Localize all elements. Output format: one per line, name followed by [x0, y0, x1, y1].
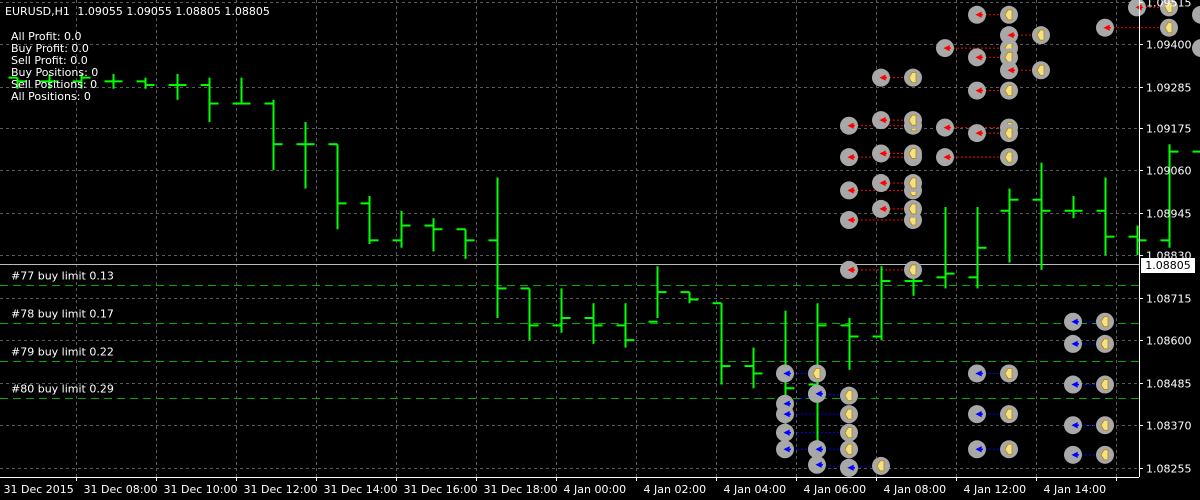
x-tick-label: 4 Jan 04:00: [724, 483, 787, 496]
pending-order-lines: #77 buy limit 0.13 #78 buy limit 0.17 #79 …: [0, 264, 1139, 399]
ohlc-bar: [264, 99, 283, 171]
trade-open-disc: [1128, 0, 1146, 17]
x-tick-label: 4 Jan 08:00: [884, 483, 947, 496]
ohlc-bar: [1160, 144, 1179, 248]
y-tick-label: 1.08370: [1146, 420, 1192, 433]
ohlc-bar: [648, 266, 667, 323]
chart-header: EURUSD,H1 1.09055 1.09055 1.08805 1.0880…: [5, 5, 270, 18]
ohlc-bar: [712, 302, 731, 385]
ohlc-bar: [552, 288, 571, 333]
ohlc-bar: [488, 177, 507, 318]
price-chart[interactable]: #77 buy limit 0.13 #78 buy limit 0.17 #79 …: [0, 0, 1200, 500]
x-tick-label: 31 Dec 14:00: [324, 483, 398, 496]
ohlc-bar: [840, 318, 859, 370]
grid: [0, 0, 1139, 477]
ohlc-bar: [1192, 150, 1200, 153]
ohlc-bar: [360, 195, 379, 245]
ohlc-bar: [680, 291, 699, 304]
x-tick-label: 4 Jan 06:00: [804, 483, 867, 496]
buy-limit-label: #80 buy limit 0.29: [11, 383, 114, 396]
y-tick-label: 1.08600: [1146, 335, 1192, 348]
stat-all-positions: All Positions: 0: [11, 90, 91, 103]
ohlc-readout: 1.09055 1.09055 1.08805 1.08805: [77, 5, 270, 18]
y-tick-label: 1.08485: [1146, 378, 1192, 391]
ohlc-bar: [872, 266, 891, 341]
ohlc-bar: [520, 287, 539, 341]
ohlc-bar: [1064, 195, 1083, 219]
x-tick-label: 31 Dec 18:00: [484, 483, 558, 496]
trade-markers: [776, 0, 1200, 477]
x-tick-label: 31 Dec 08:00: [84, 483, 158, 496]
y-tick-label: 1.09060: [1146, 165, 1192, 178]
ohlc-bar: [296, 122, 315, 189]
ohlc-bar: [1128, 225, 1147, 256]
x-tick-label: 4 Jan 12:00: [964, 483, 1027, 496]
y-tick-label: 1.09175: [1146, 123, 1192, 136]
x-tick-label: 31 Dec 16:00: [404, 483, 478, 496]
x-tick-label: 4 Jan 14:00: [1044, 483, 1107, 496]
y-tick-label: 1.08255: [1146, 463, 1192, 476]
ohlc-bar: [328, 143, 347, 230]
ohlc-bar: [1032, 162, 1051, 270]
buy-limit-label: #78 buy limit 0.17: [11, 308, 114, 321]
x-tick-label: 31 Dec 2015: [4, 483, 74, 496]
ohlc-bar: [456, 228, 475, 259]
ohlc-bar: [232, 77, 251, 105]
last-price-label: 1.08805: [1141, 258, 1195, 273]
buy-limit-label: #79 buy limit 0.22: [11, 346, 114, 359]
y-tick-label: 1.08945: [1146, 208, 1192, 221]
ohlc-bar: [968, 207, 987, 289]
y-tick-label: 1.09400: [1146, 39, 1192, 52]
ohlc-bar: [104, 73, 123, 89]
x-tick-label: 4 Jan 02:00: [644, 483, 707, 496]
y-tick-label: 1.09285: [1146, 82, 1192, 95]
ohlc-bar: [168, 73, 187, 100]
ohlc-bar: [200, 77, 219, 123]
x-tick-label: 31 Dec 10:00: [164, 483, 238, 496]
ohlc-bar: [1096, 177, 1115, 256]
buy-limit-label: #77 buy limit 0.13: [11, 270, 114, 283]
ohlc-bar: [1000, 188, 1019, 263]
y-tick-label: 1.08715: [1146, 293, 1192, 306]
symbol-label: EURUSD,H1: [5, 5, 70, 18]
trade-open-disc: [1192, 39, 1200, 58]
x-tick-label: 4 Jan 00:00: [564, 483, 627, 496]
ohlc-bar: [424, 218, 443, 252]
ohlc-bar: [808, 303, 827, 463]
ohlc-bar: [392, 210, 411, 248]
ohlc-bar: [744, 347, 763, 389]
y-tick-label: 1.09515: [1146, 0, 1192, 10]
trade-open-disc: [1192, 5, 1200, 24]
x-tick-label: 31 Dec 12:00: [244, 483, 318, 496]
ohlc-bar: [936, 207, 955, 289]
